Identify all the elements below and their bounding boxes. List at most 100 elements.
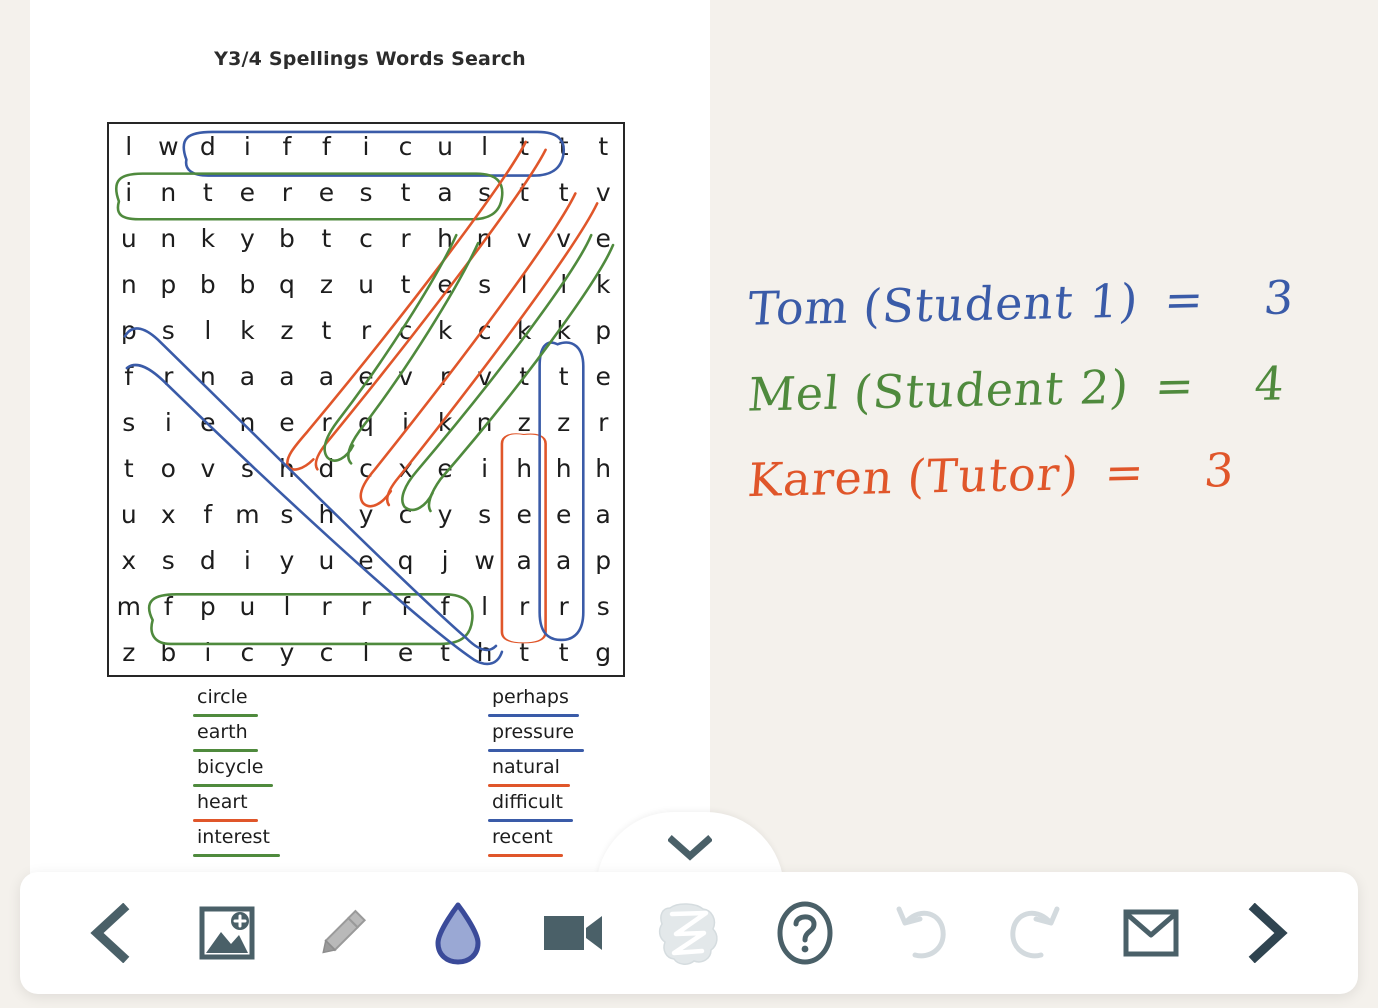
grid-cell: h xyxy=(278,453,295,483)
grid-cell: z xyxy=(319,270,334,300)
grid-cell: e xyxy=(397,637,414,667)
grid-cell: t xyxy=(440,637,450,667)
word-list-item: earth xyxy=(107,721,312,756)
bottom-toolbar xyxy=(20,872,1358,994)
add-image-button[interactable] xyxy=(188,894,266,972)
video-camera-icon xyxy=(544,916,603,950)
note-student-role: (Student 1) xyxy=(861,273,1141,334)
grid-cell: d xyxy=(199,132,216,162)
word-list-item: heart xyxy=(107,791,312,826)
grid-cell: a xyxy=(239,362,256,392)
grid-cell: y xyxy=(279,637,295,667)
word-list-item: circle xyxy=(107,686,312,721)
grid-cell: h xyxy=(595,453,612,483)
grid-cell: x xyxy=(398,453,413,483)
grid-cell: i xyxy=(204,637,212,667)
envelope-icon xyxy=(1123,909,1179,957)
grid-cell: s xyxy=(280,499,294,529)
grid-cell: s xyxy=(478,270,492,300)
redo-button[interactable] xyxy=(997,894,1075,972)
record-video-button[interactable] xyxy=(534,894,612,972)
grid-cell: z xyxy=(122,637,136,667)
grid-cell: e xyxy=(358,362,374,392)
grid-cell: l xyxy=(283,591,291,621)
grid-cell: n xyxy=(239,407,256,437)
grid-cell: m xyxy=(116,591,141,621)
word-list-item: interest xyxy=(107,826,312,861)
grid-cell: r xyxy=(598,407,609,437)
grid-cell: z xyxy=(280,316,294,346)
word-underline-stroke xyxy=(193,784,273,787)
grid-cell: z xyxy=(517,407,531,437)
grid-cell: k xyxy=(437,407,453,437)
grid-cell: h xyxy=(516,453,533,483)
grid-cell: s xyxy=(161,545,175,575)
grid-cell: e xyxy=(437,270,453,300)
word-list-right-column: perhaps pressure natural difficult recent xyxy=(422,686,627,861)
grid-cell: e xyxy=(358,545,374,575)
grid-cell: r xyxy=(321,591,332,621)
grid-cell: u xyxy=(437,132,453,162)
grid-cell: t xyxy=(321,316,332,346)
word-label: perhaps xyxy=(492,686,569,708)
grid-cell: u xyxy=(239,591,256,621)
grid-cell: n xyxy=(120,270,137,300)
grid-cell: l xyxy=(481,132,489,162)
grid-cell: t xyxy=(558,178,569,208)
grid-cell: a xyxy=(595,499,611,529)
grid-cell: t xyxy=(202,178,213,208)
grid-cell: s xyxy=(359,178,373,208)
grid-cell: e xyxy=(595,224,611,254)
undo-button[interactable] xyxy=(881,894,959,972)
grid-cell: p xyxy=(595,316,612,346)
forward-button[interactable] xyxy=(1228,894,1306,972)
grid-cell: c xyxy=(319,637,334,667)
word-label: earth xyxy=(197,721,248,743)
word-underline-stroke xyxy=(193,714,258,717)
grid-cell: v xyxy=(516,224,532,254)
grid-cell: r xyxy=(360,591,372,621)
send-mail-button[interactable] xyxy=(1112,894,1190,972)
grid-cell: v xyxy=(477,362,492,392)
word-label: circle xyxy=(197,686,248,708)
pencil-icon xyxy=(322,909,367,954)
word-list-left-column: circle earth bicycle heart interest xyxy=(107,686,312,861)
eraser-button[interactable] xyxy=(650,894,728,972)
grid-cell: i xyxy=(481,453,489,483)
handwriting-notes-panel[interactable]: Tom (Student 1) = 3 Mel (Student 2) = 4 Karen (Tu… xyxy=(710,0,1378,888)
grid-cell: r xyxy=(400,224,411,254)
grid-cell: s xyxy=(478,178,492,208)
word-label: recent xyxy=(492,826,553,848)
pencil-button[interactable] xyxy=(303,894,381,972)
back-button[interactable] xyxy=(72,894,150,972)
word-list-item: recent xyxy=(422,826,627,861)
question-mark-icon xyxy=(777,901,833,965)
grid-cell: f xyxy=(124,362,134,392)
word-list-item: bicycle xyxy=(107,756,312,791)
chevron-right-icon xyxy=(1248,903,1288,963)
word-list-item: perhaps xyxy=(422,686,627,721)
grid-cell: u xyxy=(358,270,374,300)
ink-colour-button[interactable] xyxy=(419,894,497,972)
grid-cell: y xyxy=(279,545,295,575)
image-add-icon xyxy=(199,906,255,960)
grid-cell: w xyxy=(474,545,495,575)
grid-cell: f xyxy=(282,132,292,162)
word-search-grid[interactable]: lwdifficultttinterestasttvunkybtcrhnvven… xyxy=(107,122,625,677)
letter-grid: lwdifficultttinterestasttvunkybtcrhnvven… xyxy=(109,124,623,675)
help-button[interactable] xyxy=(766,894,844,972)
eraser-icon xyxy=(658,903,718,965)
grid-cell: v xyxy=(398,362,413,392)
word-list-item: difficult xyxy=(422,791,627,826)
word-underline-stroke xyxy=(193,819,258,822)
grid-cell: t xyxy=(519,178,530,208)
chevron-left-icon xyxy=(90,903,130,963)
grid-cell: v xyxy=(556,224,572,254)
redo-icon xyxy=(1010,906,1060,959)
grid-cell: a xyxy=(279,362,295,392)
grid-cell: k xyxy=(240,316,255,346)
word-underline-stroke xyxy=(488,854,563,857)
word-label: natural xyxy=(492,756,560,778)
grid-cell: t xyxy=(321,224,332,254)
grid-cell: n xyxy=(476,407,493,437)
